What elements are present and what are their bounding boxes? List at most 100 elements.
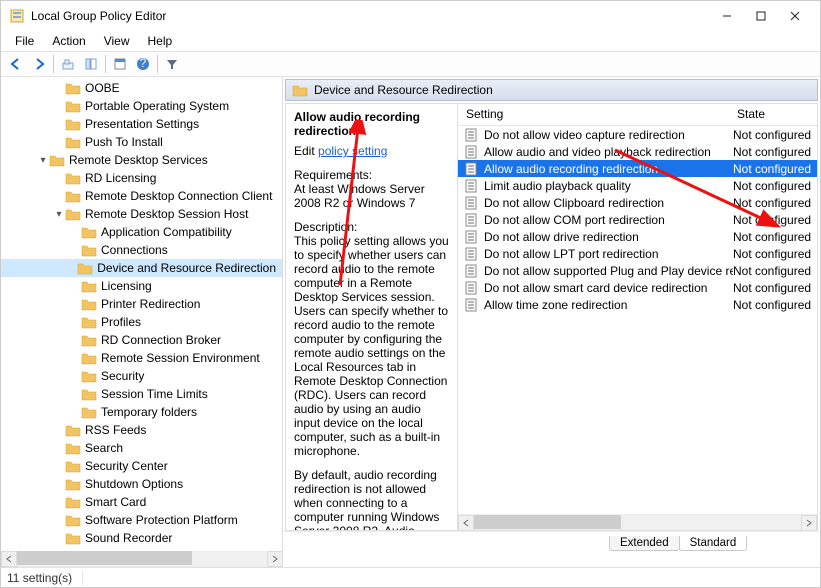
properties-button[interactable]	[109, 53, 131, 75]
folder-icon	[65, 459, 81, 473]
tree-item[interactable]: Push To Install	[1, 133, 282, 151]
tree-item[interactable]: Licensing	[1, 277, 282, 295]
tree-item[interactable]: Temporary folders	[1, 403, 282, 421]
policy-state: Not configured	[733, 179, 817, 193]
scroll-left-arrow[interactable]	[458, 515, 474, 531]
policy-row[interactable]: Limit audio playback qualityNot configur…	[458, 177, 817, 194]
folder-icon	[81, 225, 97, 239]
policy-state: Not configured	[733, 264, 817, 278]
policy-row[interactable]: Do not allow smart card device redirecti…	[458, 279, 817, 296]
list-horizontal-scrollbar[interactable]	[458, 514, 817, 530]
policy-icon	[464, 196, 480, 210]
tree-item[interactable]: RSS Feeds	[1, 421, 282, 439]
policy-row[interactable]: Do not allow video capture redirectionNo…	[458, 126, 817, 143]
tree-item[interactable]: Device and Resource Redirection	[1, 259, 282, 277]
tree-item[interactable]: RD Connection Broker	[1, 331, 282, 349]
back-button[interactable]	[5, 53, 27, 75]
tree-item[interactable]: Connections	[1, 241, 282, 259]
expander-icon[interactable]: ▾	[53, 209, 65, 220]
tree-item[interactable]: Session Time Limits	[1, 385, 282, 403]
scroll-right-arrow[interactable]	[801, 515, 817, 531]
scroll-track[interactable]	[474, 515, 801, 531]
description-label: Description:	[294, 220, 449, 234]
expander-icon[interactable]: ▾	[37, 155, 49, 166]
maximize-button[interactable]	[744, 3, 778, 29]
policy-state: Not configured	[733, 281, 817, 295]
policy-row[interactable]: Do not allow COM port redirectionNot con…	[458, 211, 817, 228]
folder-icon	[81, 315, 97, 329]
tree-item[interactable]: Search	[1, 439, 282, 457]
folder-icon	[81, 333, 97, 347]
column-state[interactable]: State	[733, 104, 817, 125]
policy-list[interactable]: Do not allow video capture redirectionNo…	[458, 126, 817, 514]
folder-icon	[65, 189, 81, 203]
tree-item[interactable]: Printer Redirection	[1, 295, 282, 313]
menu-view[interactable]: View	[96, 33, 138, 49]
status-count: 11 setting(s)	[7, 571, 83, 585]
tab-standard[interactable]: Standard	[679, 536, 748, 551]
tree-item[interactable]: ▾Remote Desktop Session Host	[1, 205, 282, 223]
tree-item[interactable]: OOBE	[1, 79, 282, 97]
main-area: OOBE Portable Operating System Presentatio…	[1, 77, 820, 551]
tree-item-label: Security Center	[85, 459, 168, 473]
tree-item[interactable]: Security	[1, 367, 282, 385]
policy-tree[interactable]: OOBE Portable Operating System Presentatio…	[1, 79, 282, 551]
policy-row[interactable]: Allow audio recording redirectionNot con…	[458, 160, 817, 177]
requirements-label: Requirements:	[294, 168, 449, 182]
menu-help[interactable]: Help	[140, 33, 181, 49]
tree-item[interactable]: Presentation Settings	[1, 115, 282, 133]
column-setting[interactable]: Setting	[458, 104, 733, 125]
tree-item[interactable]: RD Licensing	[1, 169, 282, 187]
policy-row[interactable]: Do not allow drive redirectionNot config…	[458, 228, 817, 245]
policy-row[interactable]: Do not allow supported Plug and Play dev…	[458, 262, 817, 279]
folder-icon	[81, 243, 97, 257]
policy-label: Do not allow COM port redirection	[484, 213, 733, 227]
tree-horizontal-scrollbar[interactable]	[1, 551, 283, 567]
description-pane[interactable]: Allow audio recording redirection Edit p…	[286, 104, 458, 530]
minimize-button[interactable]	[710, 3, 744, 29]
tree-item[interactable]: Profiles	[1, 313, 282, 331]
tree-pane[interactable]: OOBE Portable Operating System Presentatio…	[1, 77, 283, 551]
tree-item-label: Remote Desktop Connection Client	[85, 189, 272, 203]
scroll-thumb[interactable]	[474, 515, 621, 529]
tree-item[interactable]: Application Compatibility	[1, 223, 282, 241]
scroll-right-arrow[interactable]	[267, 551, 283, 567]
menu-file[interactable]: File	[7, 33, 42, 49]
tree-item-label: Portable Operating System	[85, 99, 229, 113]
tree-item[interactable]: Sound Recorder	[1, 529, 282, 547]
edit-prefix: Edit	[294, 144, 318, 158]
policy-label: Do not allow smart card device redirecti…	[484, 281, 733, 295]
scroll-left-arrow[interactable]	[1, 551, 17, 567]
policy-state: Not configured	[733, 298, 817, 312]
help-button[interactable]: ?	[132, 53, 154, 75]
tree-item[interactable]: Software Protection Platform	[1, 511, 282, 529]
folder-icon	[65, 117, 81, 131]
tree-item[interactable]: Security Center	[1, 457, 282, 475]
policy-row[interactable]: Allow time zone redirectionNot configure…	[458, 296, 817, 313]
policy-state: Not configured	[733, 145, 817, 159]
forward-button[interactable]	[28, 53, 50, 75]
up-button[interactable]	[57, 53, 79, 75]
statusbar: 11 setting(s)	[1, 567, 820, 587]
show-hide-tree-button[interactable]	[80, 53, 102, 75]
filter-button[interactable]	[161, 53, 183, 75]
tree-item[interactable]: Portable Operating System	[1, 97, 282, 115]
folder-icon	[81, 369, 97, 383]
tree-item[interactable]: Shutdown Options	[1, 475, 282, 493]
close-button[interactable]	[778, 3, 812, 29]
tree-item[interactable]: Remote Session Environment	[1, 349, 282, 367]
scroll-track[interactable]	[17, 551, 267, 567]
policy-icon	[464, 128, 480, 142]
policy-row[interactable]: Do not allow LPT port redirectionNot con…	[458, 245, 817, 262]
tree-item[interactable]: Remote Desktop Connection Client	[1, 187, 282, 205]
menu-action[interactable]: Action	[44, 33, 93, 49]
tab-extended[interactable]: Extended	[609, 536, 680, 551]
tree-item[interactable]: Smart Card	[1, 493, 282, 511]
scroll-thumb[interactable]	[17, 551, 192, 565]
policy-setting-link[interactable]: policy setting	[318, 144, 387, 158]
policy-row[interactable]: Allow audio and video playback redirecti…	[458, 143, 817, 160]
tree-item-label: Device and Resource Redirection	[97, 261, 276, 275]
policy-row[interactable]: Do not allow Clipboard redirectionNot co…	[458, 194, 817, 211]
tree-item-label: Connections	[101, 243, 168, 257]
tree-item[interactable]: ▾Remote Desktop Services	[1, 151, 282, 169]
